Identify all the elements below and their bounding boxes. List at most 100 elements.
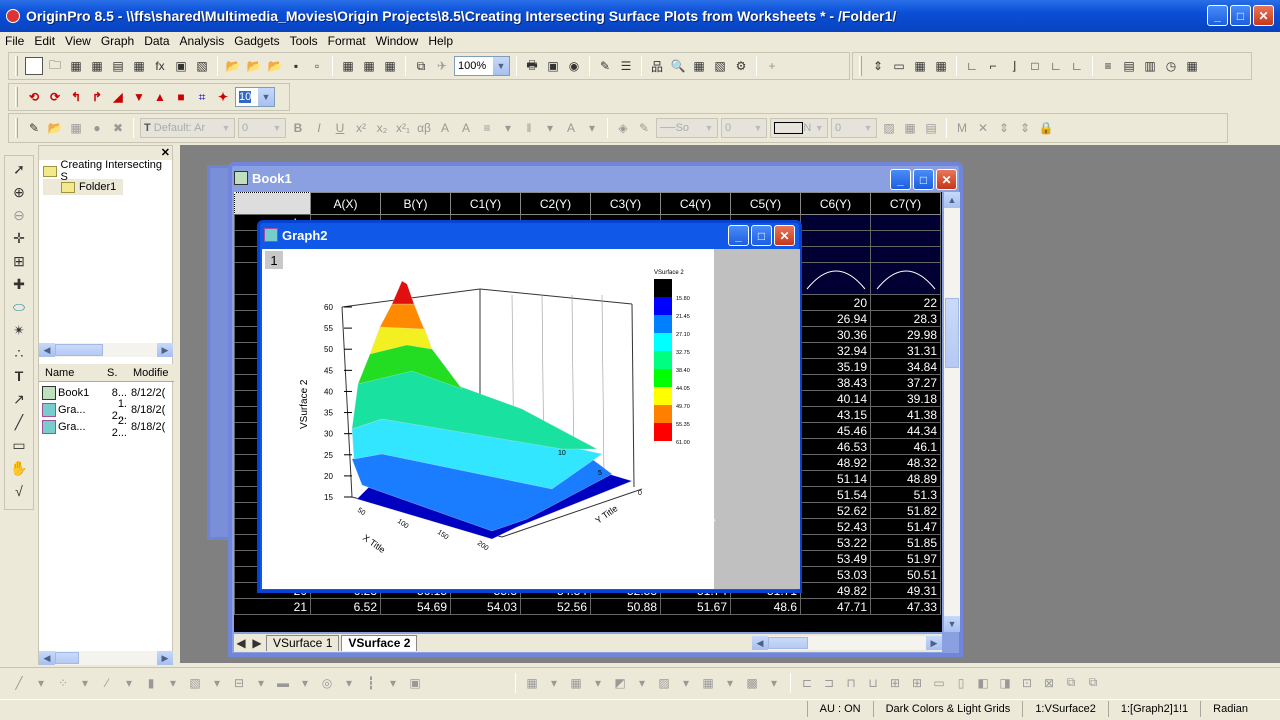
import-ascii-icon[interactable]: ▦ xyxy=(360,57,378,75)
cell[interactable]: 30.36 xyxy=(800,326,871,343)
menu-data[interactable]: Data xyxy=(139,34,174,48)
axis-right-icon[interactable]: ⌋ xyxy=(1005,57,1023,75)
template-icon[interactable]: ▣ xyxy=(406,674,424,692)
pattern-icon[interactable]: ‖ xyxy=(520,119,538,137)
cell[interactable]: 46.1 xyxy=(870,438,941,455)
new-workbook-icon[interactable]: ▦ xyxy=(67,57,85,75)
data-selector-icon[interactable]: ⊞ xyxy=(10,252,28,270)
font-size-select[interactable]: 0 ▼ xyxy=(238,118,286,138)
cell[interactable] xyxy=(800,246,871,263)
unmask-icon[interactable]: ✕ xyxy=(974,119,992,137)
cell[interactable]: 6.52 xyxy=(310,598,381,615)
cell[interactable]: 43.15 xyxy=(800,406,871,423)
align-hcenter-icon[interactable]: ⊞ xyxy=(908,674,926,692)
axis-bottom-left-icon[interactable]: ∟ xyxy=(963,57,981,75)
pointer-icon[interactable]: ➚ xyxy=(10,160,28,178)
axis-break-icon[interactable]: ∟ xyxy=(1047,57,1065,75)
move-up-icon[interactable]: ⇕ xyxy=(995,119,1013,137)
menu-edit[interactable]: Edit xyxy=(29,34,60,48)
line-plot-icon[interactable]: ╱ xyxy=(10,674,28,692)
font-color-icon[interactable]: A xyxy=(562,119,580,137)
results-log-icon[interactable]: 🔍 xyxy=(669,57,687,75)
new-project-icon[interactable] xyxy=(25,57,43,75)
draw-data-icon[interactable]: ✴ xyxy=(10,321,28,339)
new-excel-icon[interactable]: ▦ xyxy=(88,57,106,75)
column-header[interactable]: C5(Y) xyxy=(730,192,801,215)
column-header[interactable]: A(X) xyxy=(310,192,381,215)
cell[interactable]: 53.03 xyxy=(800,566,871,583)
screen-reader-icon[interactable]: ✛ xyxy=(10,229,28,247)
axis-scale-icon[interactable]: ∟ xyxy=(1068,57,1086,75)
rescale-icon[interactable]: ⇕ xyxy=(869,57,887,75)
cell[interactable]: 51.67 xyxy=(660,598,731,615)
dropdown-icon[interactable]: ▾ xyxy=(583,119,601,137)
menu-analysis[interactable]: Analysis xyxy=(175,34,230,48)
open-template-icon[interactable]: 📂 xyxy=(245,57,263,75)
rectangle-tool-icon[interactable]: ▭ xyxy=(10,436,28,454)
group-icon[interactable]: ⊡ xyxy=(1018,674,1036,692)
import-wizard-icon[interactable]: ▦ xyxy=(339,57,357,75)
underline-icon[interactable]: U xyxy=(331,119,349,137)
mask-icon[interactable]: M xyxy=(953,119,971,137)
column-header[interactable]: C1(Y) xyxy=(450,192,521,215)
new-layout-icon[interactable]: ▣ xyxy=(172,57,190,75)
new-graph-icon[interactable]: ▤ xyxy=(109,57,127,75)
3d-wire-icon[interactable]: ▨ xyxy=(655,674,673,692)
tilt-left-icon[interactable]: ↰ xyxy=(67,88,85,106)
align-top-icon[interactable]: ⊓ xyxy=(842,674,860,692)
line-tool-icon[interactable]: ╱ xyxy=(10,413,28,431)
zoom-in-icon[interactable]: ⊕ xyxy=(10,183,28,201)
cell[interactable]: 48.92 xyxy=(800,454,871,471)
col-name[interactable]: Name xyxy=(39,367,101,379)
menu-format[interactable]: Format xyxy=(323,34,371,48)
resize-icon[interactable]: ⌗ xyxy=(193,88,211,106)
fit-frame-icon[interactable]: ▲ xyxy=(151,88,169,106)
stock-plot-icon[interactable]: ┇ xyxy=(362,674,380,692)
list-hscroll[interactable]: ◀ ▶ xyxy=(39,651,173,665)
dropdown-icon[interactable]: ▾ xyxy=(499,119,517,137)
tilt-right-icon[interactable]: ↱ xyxy=(88,88,106,106)
reset-icon[interactable]: ■ xyxy=(172,88,190,106)
graph-page[interactable]: 1 15 20 25 30 35 40 45 50 55 60 50 100 150 200 0 5 10 VSu… xyxy=(262,249,714,589)
cell[interactable]: 52.56 xyxy=(520,598,591,615)
cell[interactable]: 32.94 xyxy=(800,342,871,359)
cell[interactable]: 22 xyxy=(870,294,941,311)
cell[interactable]: 54.03 xyxy=(450,598,521,615)
column-header[interactable]: C6(Y) xyxy=(800,192,871,215)
align-vcenter-icon[interactable]: ⊞ xyxy=(886,674,904,692)
cell[interactable] xyxy=(870,262,941,295)
cell[interactable] xyxy=(870,230,941,247)
add-column-icon[interactable]: + xyxy=(763,57,781,75)
send-back-icon[interactable]: ◨ xyxy=(996,674,1014,692)
decrease-font-icon[interactable]: A xyxy=(457,119,475,137)
supsubscript-icon[interactable]: x²₁ xyxy=(394,119,412,137)
save-template-icon[interactable]: ▫ xyxy=(308,57,326,75)
cell[interactable]: 34.84 xyxy=(870,358,941,375)
cell[interactable]: 53.49 xyxy=(800,550,871,567)
increase-perspective-icon[interactable]: ◢ xyxy=(109,88,127,106)
align-right-icon[interactable]: ⊐ xyxy=(820,674,838,692)
sheet-vscroll[interactable]: ▲ ▼ xyxy=(944,192,960,632)
subscript-icon[interactable]: x₂ xyxy=(373,119,391,137)
menu-tools[interactable]: Tools xyxy=(285,34,323,48)
new-function-icon[interactable]: fx xyxy=(151,57,169,75)
table-icon[interactable]: ▦ xyxy=(1183,57,1201,75)
cell[interactable]: 45.46 xyxy=(800,422,871,439)
cell[interactable]: 35.19 xyxy=(800,358,871,375)
refresh-icon[interactable]: ✎ xyxy=(596,57,614,75)
rotation-step-select[interactable]: 10 ▼ xyxy=(235,87,275,107)
cell[interactable]: 51.14 xyxy=(800,470,871,487)
cell[interactable]: 20 xyxy=(800,294,871,311)
move-down-icon[interactable]: ⇕ xyxy=(1016,119,1034,137)
book-maximize-button[interactable]: □ xyxy=(913,169,934,190)
cell[interactable]: 48.89 xyxy=(870,470,941,487)
cell[interactable] xyxy=(870,246,941,263)
layer4-icon[interactable]: ▦ xyxy=(932,57,950,75)
image-icon[interactable]: ▩ xyxy=(743,674,761,692)
rotate-ccw-icon[interactable]: ⟲ xyxy=(25,88,43,106)
line-symbol-icon[interactable]: ⁄ xyxy=(98,674,116,692)
fill-select[interactable]: N ▼ xyxy=(770,118,828,138)
menu-gadgets[interactable]: Gadgets xyxy=(229,34,284,48)
ungroup-objects-icon[interactable]: ⧉ xyxy=(1084,674,1102,692)
legend-icon[interactable]: ≡ xyxy=(1099,57,1117,75)
